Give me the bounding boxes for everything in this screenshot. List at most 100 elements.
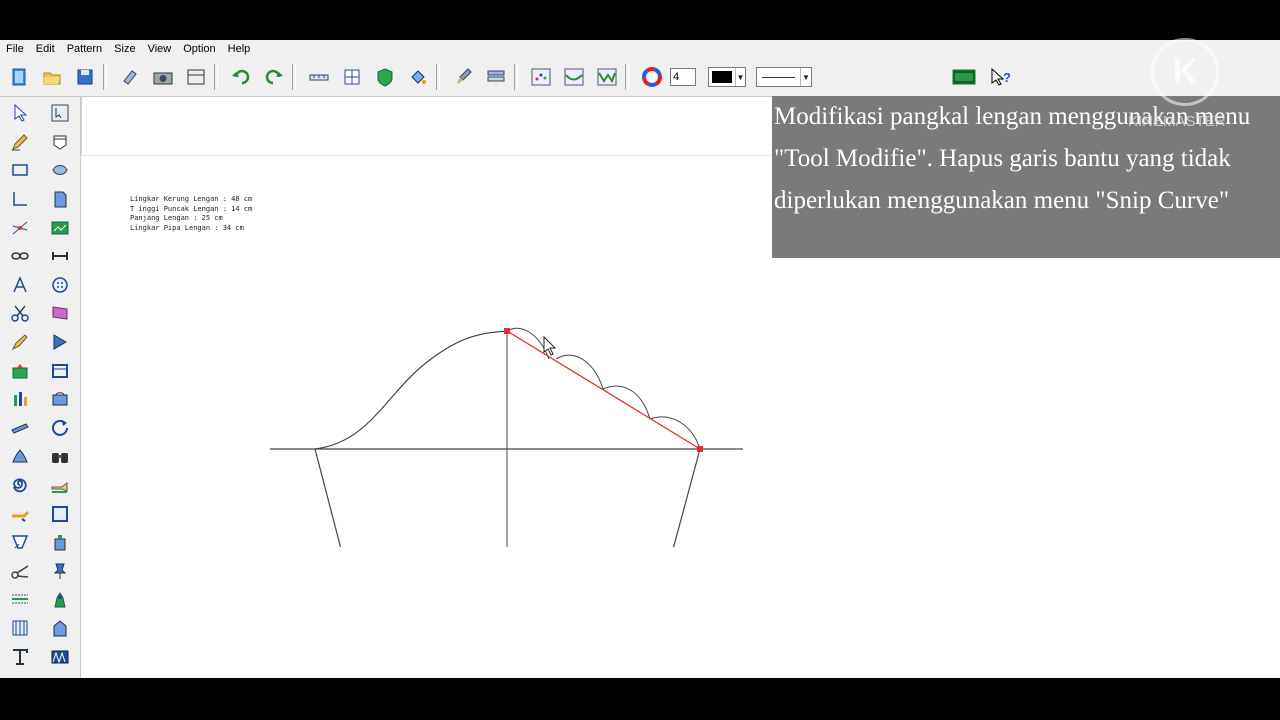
marker-tool-button[interactable] [0, 328, 40, 357]
rectangle-icon [12, 164, 28, 177]
brush-button[interactable] [449, 63, 477, 91]
cap-aux-curve[interactable] [555, 354, 604, 390]
scissors-icon [11, 305, 29, 323]
menu-help[interactable]: Help [222, 43, 257, 55]
bottle-icon [54, 535, 66, 551]
open-file-button[interactable] [38, 63, 66, 91]
line-style-dropdown[interactable]: ▼ [756, 67, 812, 87]
tool-palette [0, 97, 81, 678]
bag-tool-button[interactable] [40, 385, 80, 414]
help-button[interactable]: ? [987, 63, 1015, 91]
text-style-tool-button[interactable] [0, 271, 40, 300]
color-wheel-icon [642, 67, 662, 87]
angle-icon [13, 192, 27, 206]
save-button[interactable] [71, 63, 99, 91]
shield-button[interactable] [371, 63, 399, 91]
grade-tool-button[interactable] [40, 585, 80, 614]
film-button[interactable] [950, 63, 978, 91]
angle-tool-button[interactable] [0, 185, 40, 214]
toolbar-separator [514, 64, 518, 90]
hand-tool-button[interactable] [40, 471, 80, 500]
square-tool-button[interactable] [40, 499, 80, 528]
move-point-tool-button[interactable] [40, 99, 80, 128]
distance-tool-button[interactable] [40, 242, 80, 271]
snip-tool-button[interactable] [0, 557, 40, 586]
binoculars-tool-button[interactable] [40, 442, 80, 471]
selected-guide-line[interactable] [506, 330, 701, 450]
ruler-tool-button[interactable] [0, 414, 40, 443]
menu-view[interactable]: View [142, 43, 178, 55]
control-point[interactable] [504, 328, 510, 334]
bars-tool-button[interactable] [0, 385, 40, 414]
eraser-button[interactable] [116, 63, 144, 91]
menu-file[interactable]: File [0, 43, 30, 55]
rotate-tool-button[interactable] [40, 414, 80, 443]
bottle-tool-button[interactable] [40, 528, 80, 557]
camera-button[interactable] [149, 63, 177, 91]
rotate-icon [52, 419, 68, 436]
open-folder-icon [43, 72, 61, 85]
spiral-tool-button[interactable] [0, 471, 40, 500]
grade-chart-icon [597, 68, 617, 86]
undo-button[interactable] [227, 63, 255, 91]
kinemaster-logo-icon: K [1151, 38, 1219, 106]
button-icon [52, 277, 68, 293]
curve-button[interactable] [560, 63, 588, 91]
menu-option[interactable]: Option [177, 43, 221, 55]
rectangle-tool-button[interactable] [0, 156, 40, 185]
pin-tool-button[interactable] [40, 557, 80, 586]
extend-tool-button[interactable] [0, 499, 40, 528]
points-button[interactable] [527, 63, 555, 91]
intersect-tool-button[interactable] [0, 213, 40, 242]
sleeve-pattern-drawing[interactable] [81, 97, 781, 547]
menu-size[interactable]: Size [108, 43, 141, 55]
marker-layout-tool-button[interactable] [40, 642, 80, 671]
bag-icon [52, 392, 68, 406]
color-wheel-button[interactable] [638, 63, 666, 91]
sleeve-tool-button[interactable] [40, 614, 80, 643]
menu-bar: File Edit Pattern Size View Option Help [0, 40, 1280, 58]
pencil-tool-button[interactable] [0, 128, 40, 157]
button-tool-button[interactable] [40, 271, 80, 300]
redo-button[interactable] [260, 63, 288, 91]
line-width-input[interactable]: 4 [670, 68, 696, 86]
measure-button[interactable] [305, 63, 333, 91]
frame-tool-button[interactable] [40, 356, 80, 385]
dart-tool-button[interactable] [0, 442, 40, 471]
save-icon [77, 69, 93, 85]
seam-tool-button[interactable] [0, 528, 40, 557]
chain-tool-button[interactable] [0, 242, 40, 271]
frame-icon [52, 363, 68, 378]
graph-tool-button[interactable] [40, 213, 80, 242]
layers-button[interactable] [482, 63, 510, 91]
cut-tool-button[interactable] [0, 299, 40, 328]
new-file-button[interactable] [5, 63, 33, 91]
menu-pattern[interactable]: Pattern [61, 43, 108, 55]
grid-button[interactable] [338, 63, 366, 91]
mirror-tool-button[interactable] [40, 328, 80, 357]
select-tool-button[interactable] [0, 99, 40, 128]
piece-tool-button[interactable] [0, 356, 40, 385]
notch-tool-button[interactable] [0, 614, 40, 643]
shape-tool-button[interactable] [40, 156, 80, 185]
text-tool-button[interactable] [0, 642, 40, 671]
intersect-icon [12, 221, 28, 235]
grade-button[interactable] [593, 63, 621, 91]
fold-tool-button[interactable] [40, 185, 80, 214]
shield-icon [377, 68, 393, 87]
move-point-icon [51, 104, 69, 122]
fill-button[interactable] [404, 63, 432, 91]
eraser-icon [123, 70, 137, 85]
menu-edit[interactable]: Edit [30, 43, 61, 55]
stitch-tool-button[interactable] [0, 585, 40, 614]
fabric-tool-button[interactable] [40, 299, 80, 328]
fill-color-dropdown[interactable]: ▼ [708, 67, 746, 87]
control-point[interactable] [697, 446, 703, 452]
ruler-icon [309, 74, 329, 81]
pocket-tool-button[interactable] [40, 128, 80, 157]
sleeve-cap-left-curve[interactable] [314, 330, 508, 450]
chevron-down-icon: ▼ [734, 68, 745, 86]
plotter-button[interactable] [182, 63, 210, 91]
snip-scissors-icon [11, 565, 29, 579]
hand-measure-icon [51, 481, 68, 494]
